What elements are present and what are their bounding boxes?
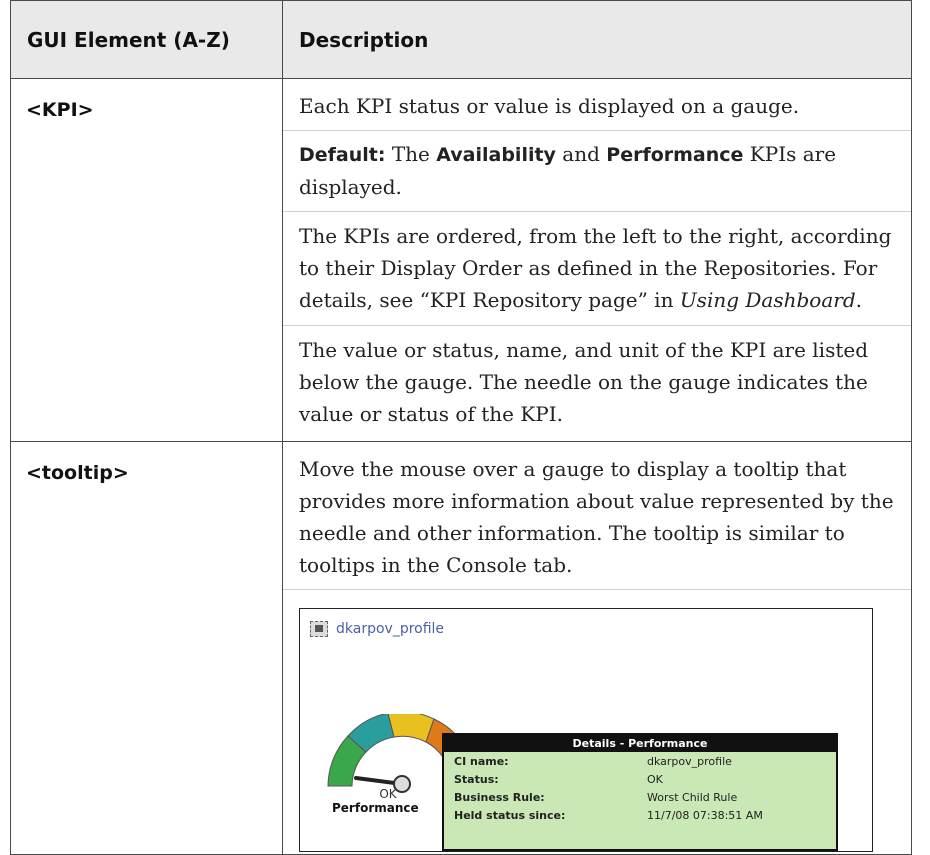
- default-label: Default:: [299, 144, 386, 166]
- element-cell: <KPI>: [10, 78, 283, 442]
- ci-title-text: dkarpov_profile: [336, 621, 445, 637]
- kpi-desc-order: The KPIs are ordered, from the left to t…: [283, 211, 911, 325]
- tooltip-desc: Move the mouse over a gauge to display a…: [299, 457, 894, 577]
- using-dashboard-ref: Using Dashboard: [679, 288, 856, 312]
- tooltip-header: Details - Performance: [444, 735, 836, 752]
- table-header-row: GUI Element (A-Z) Description: [10, 0, 912, 79]
- description-cell: Move the mouse over a gauge to display a…: [282, 441, 912, 855]
- table-row: <KPI> Each KPI status or value is displa…: [10, 78, 912, 442]
- element-name-kpi: <KPI>: [26, 99, 94, 121]
- header-gui-element: GUI Element (A-Z): [10, 0, 283, 79]
- tooltip-popup: Details - Performance CI name: dkarpov_p…: [442, 733, 838, 851]
- gui-elements-table: GUI Element (A-Z) Description <KPI> Each…: [10, 0, 912, 855]
- description-cell: Each KPI status or value is displayed on…: [282, 78, 912, 442]
- kpi-desc-p1: Each KPI status or value is displayed on…: [299, 94, 800, 118]
- order-text-end: .: [855, 288, 862, 312]
- tooltip-row: Status: OK: [444, 770, 836, 790]
- table-row: <tooltip> Move the mouse over a gauge to…: [10, 441, 912, 855]
- ci-profile-icon: [310, 621, 328, 637]
- tooltip-row: Held status since: 11/7/08 07:38:51 AM: [444, 806, 836, 826]
- performance-term: Performance: [606, 144, 744, 166]
- tooltip-row: Business Rule: Worst Child Rule: [444, 788, 836, 808]
- kpi-desc-value: The value or status, name, and unit of t…: [283, 325, 911, 438]
- kpi-desc-default: Default: The Availability and Performanc…: [283, 130, 911, 211]
- tooltip-key: Status:: [454, 773, 499, 786]
- element-name-tooltip: <tooltip>: [26, 462, 129, 484]
- tooltip-value: 11/7/08 07:38:51 AM: [647, 809, 763, 822]
- default-text-2: and: [555, 142, 607, 166]
- tooltip-value: Worst Child Rule: [647, 791, 738, 804]
- default-text-1: The: [385, 142, 437, 166]
- gauge-status: OK: [379, 787, 397, 801]
- availability-term: Availability: [436, 144, 556, 166]
- ci-title: dkarpov_profile: [310, 621, 444, 637]
- tooltip-value: OK: [647, 773, 663, 786]
- header-description: Description: [282, 0, 912, 79]
- tooltip-key: Business Rule:: [454, 791, 545, 804]
- element-cell: <tooltip>: [10, 441, 283, 855]
- gauge-name: Performance: [332, 801, 419, 815]
- tooltip-key: Held status since:: [454, 809, 566, 822]
- tooltip-screenshot: dkarpov_profile OK Performance Details -…: [299, 608, 873, 852]
- tooltip-key: CI name:: [454, 755, 509, 768]
- tooltip-value: dkarpov_profile: [647, 755, 732, 768]
- tooltip-row: CI name: dkarpov_profile: [444, 752, 836, 772]
- divider: [283, 589, 911, 590]
